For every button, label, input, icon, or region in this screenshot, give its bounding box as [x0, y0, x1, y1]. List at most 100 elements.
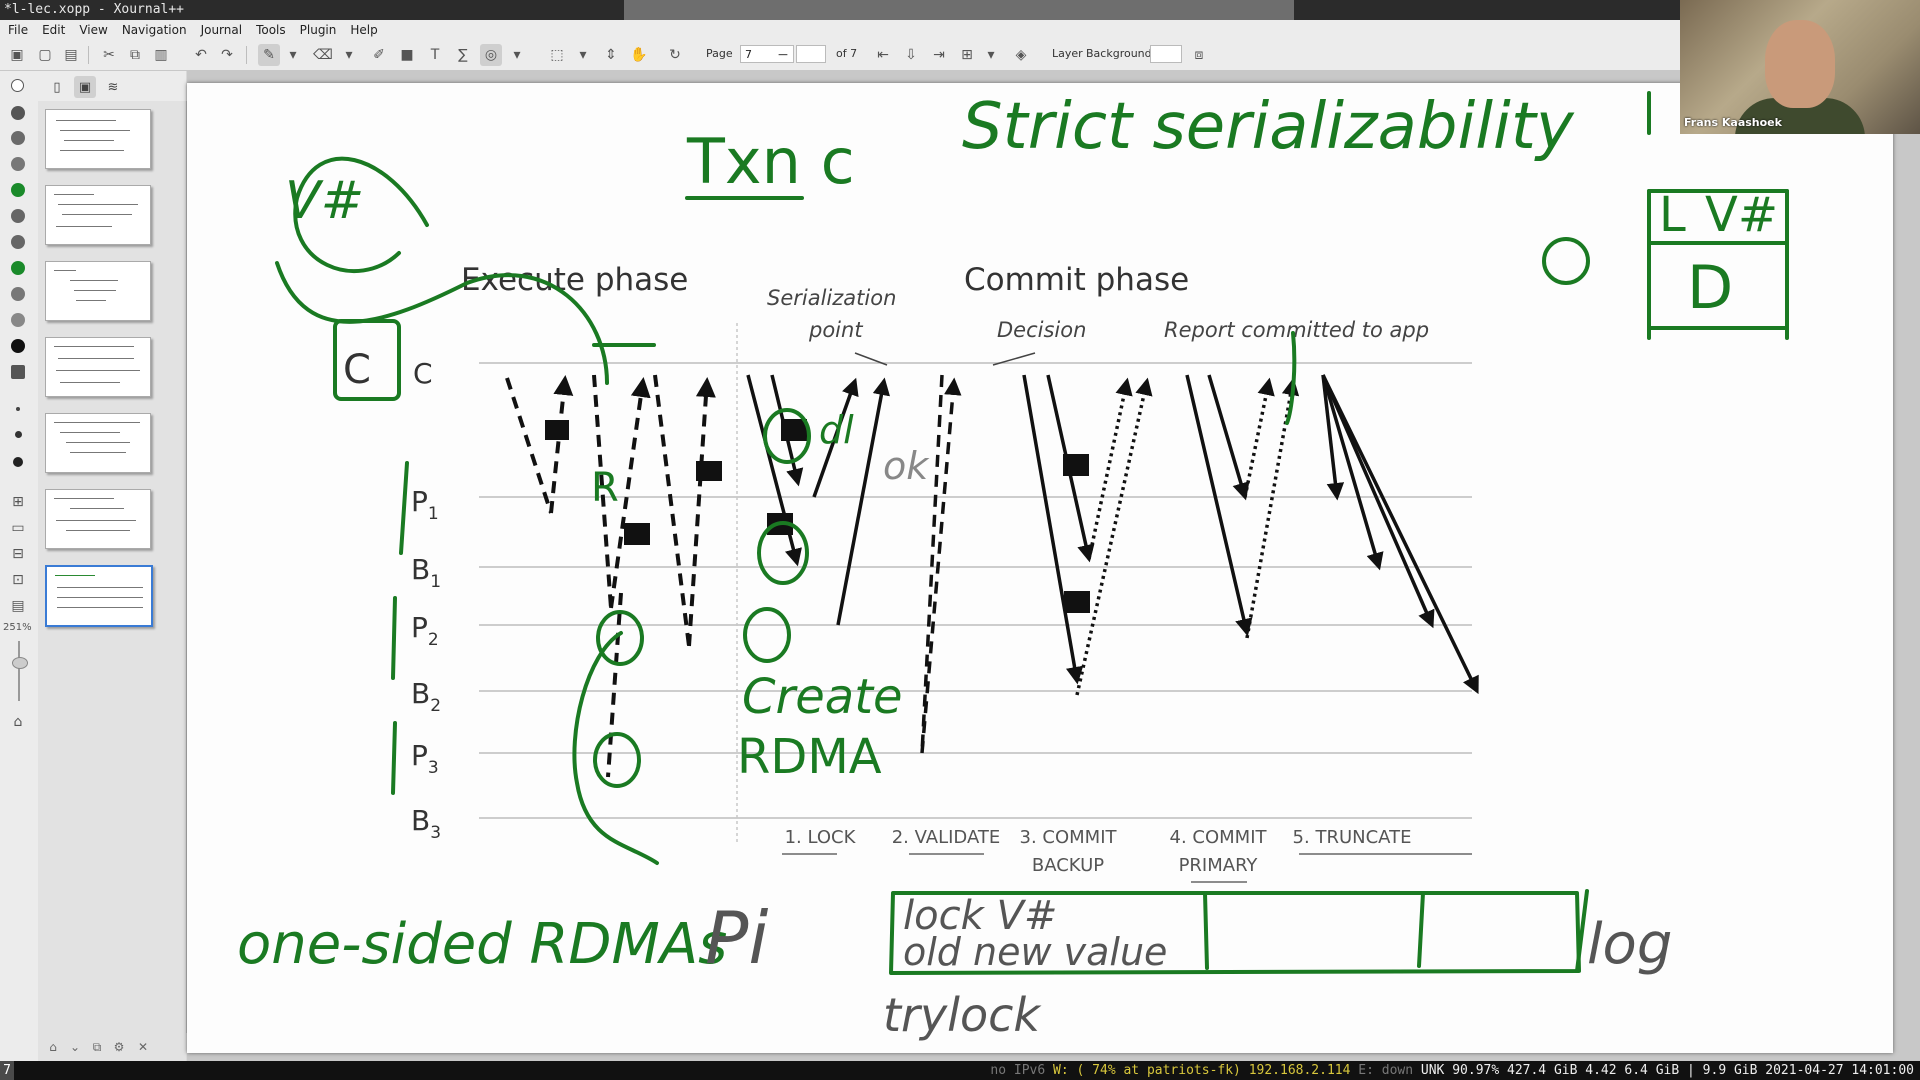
save-icon[interactable]: ▣ [6, 44, 28, 66]
paste-icon[interactable]: ▥ [150, 44, 172, 66]
layer-icon[interactable]: ◈ [1010, 44, 1032, 66]
page-label: Page [706, 47, 733, 60]
cut-icon[interactable]: ✂ [98, 44, 120, 66]
menu-journal[interactable]: Journal [193, 20, 249, 40]
color-gray-swatch[interactable] [11, 313, 25, 327]
undo-icon[interactable]: ↶ [190, 44, 212, 66]
chevron-down-icon[interactable]: ▾ [506, 44, 528, 66]
window-title: *l-lec.xopp - Xournal++ [4, 2, 185, 17]
color-gray-swatch[interactable] [11, 131, 25, 145]
presentation-icon[interactable]: ▭ [7, 517, 29, 539]
color-green-swatch[interactable] [11, 261, 25, 275]
first-page-icon[interactable]: ⇤ [872, 44, 894, 66]
hand-icon[interactable]: ✋ [628, 44, 650, 66]
menu-plugin[interactable]: Plugin [292, 20, 343, 40]
highlighter-icon[interactable]: ✐ [368, 44, 390, 66]
color-gray-swatch[interactable] [11, 209, 25, 223]
page-down-icon[interactable]: ⌄ [66, 1038, 84, 1056]
grid-icon[interactable]: ⊞ [7, 491, 29, 513]
menu-tools[interactable]: Tools [248, 20, 292, 40]
insert-page-icon[interactable]: ⊞ [956, 44, 978, 66]
step-truncate: 5. TRUNCATE [1293, 827, 1412, 848]
row-label-p1: P1 [411, 485, 439, 524]
commit-phase-label: Commit phase [964, 262, 1189, 298]
canvas-area[interactable]: Execute phase Commit phase Serialization… [187, 71, 1920, 1061]
page-increment[interactable] [796, 45, 826, 63]
zoom-fit-icon[interactable]: ⌂ [7, 711, 29, 733]
refresh-icon[interactable]: ↻ [664, 44, 686, 66]
zoom-slider-handle[interactable] [12, 657, 28, 669]
layer-dropdown[interactable] [1150, 45, 1182, 63]
color-green-swatch[interactable] [11, 183, 25, 197]
menu-edit[interactable]: Edit [34, 20, 71, 40]
color-gray-swatch[interactable] [11, 106, 25, 120]
color-gray-swatch[interactable] [11, 157, 25, 171]
page-thumbnail-3[interactable] [45, 261, 151, 321]
settings-icon[interactable]: ⚙ [110, 1038, 128, 1056]
page-preview-sidebar [38, 101, 187, 1033]
layout-icon[interactable]: ⊡ [7, 569, 29, 591]
page-up-icon[interactable]: ⌂ [44, 1038, 62, 1056]
copy-icon[interactable]: ⧉ [124, 44, 146, 66]
new-document-icon[interactable]: ▢ [34, 44, 56, 66]
ink-one-sided-rdmas: one-sided RDMAs [237, 912, 727, 977]
ink-strict-serializability: Strict serializability [962, 90, 1575, 164]
row-label-b1: B1 [411, 553, 441, 592]
page-thumbnail-5[interactable] [45, 413, 151, 473]
open-icon[interactable]: ▤ [60, 44, 82, 66]
close-icon[interactable]: ✕ [134, 1038, 152, 1056]
redo-icon[interactable]: ↷ [216, 44, 238, 66]
page-thumbnail-6[interactable] [45, 489, 151, 549]
page-decrement-icon[interactable]: − [776, 44, 790, 66]
fullscreen-icon[interactable]: ⧈ [1188, 44, 1210, 66]
color-black-swatch[interactable] [11, 339, 25, 353]
pdf-icon[interactable]: ▤ [7, 595, 29, 617]
page-thumbnail-4[interactable] [45, 337, 151, 397]
ink-vhash: V# [285, 171, 364, 231]
ink-r: R [591, 465, 619, 511]
chevron-down-icon[interactable]: ▾ [282, 44, 304, 66]
vertical-space-icon[interactable]: ⇕ [600, 44, 622, 66]
layer-select[interactable]: Background [1086, 47, 1152, 60]
menu-help[interactable]: Help [342, 20, 383, 40]
menu-file[interactable]: File [0, 20, 34, 40]
last-page-icon[interactable]: ⇥ [928, 44, 950, 66]
tab-outline-icon[interactable]: ▯ [46, 76, 68, 98]
text-icon[interactable]: T [424, 44, 446, 66]
page-thumbnail-1[interactable] [45, 109, 151, 169]
menu-navigation[interactable]: Navigation [114, 20, 193, 40]
menu-view[interactable]: View [71, 20, 113, 40]
select-rect-icon[interactable]: ⬚ [546, 44, 568, 66]
copy-page-icon[interactable]: ⧉ [88, 1038, 106, 1056]
chevron-down-icon[interactable]: ▾ [572, 44, 594, 66]
zoom-slider-track[interactable] [18, 641, 20, 701]
zoom-level: 251% [3, 622, 32, 633]
down-page-icon[interactable]: ⇩ [900, 44, 922, 66]
size-fine-icon[interactable] [16, 407, 20, 411]
row-label-c: C [413, 357, 433, 390]
toolbar-separator [88, 46, 89, 64]
color-gray-swatch[interactable] [11, 235, 25, 249]
fill-swatch[interactable] [11, 365, 25, 379]
chevron-down-icon[interactable]: ▾ [980, 44, 1002, 66]
tab-layers-icon[interactable]: ≋ [102, 76, 124, 98]
document-page[interactable]: Execute phase Commit phase Serialization… [187, 83, 1893, 1053]
size-thick-icon[interactable] [13, 457, 23, 467]
ink-ok: ok [883, 444, 930, 488]
page-thumbnail-2[interactable] [45, 185, 151, 245]
chevron-down-icon[interactable]: ▾ [338, 44, 360, 66]
eraser-icon[interactable]: ⌫ [312, 44, 334, 66]
ruler-icon[interactable]: ⊟ [7, 543, 29, 565]
tab-pages-icon[interactable]: ▣ [74, 76, 96, 98]
pen-icon[interactable]: ✎ [258, 44, 280, 66]
size-medium-icon[interactable] [15, 431, 22, 438]
color-white-swatch[interactable] [11, 79, 24, 92]
color-gray-swatch[interactable] [11, 287, 25, 301]
image-icon[interactable]: ■ [396, 44, 418, 66]
math-tex-icon[interactable]: ∑ [452, 44, 474, 66]
status-system: UNK 90.97% 427.4 GiB 4.42 6.4 GiB | 9.9 … [1420, 1063, 1914, 1078]
step-lock: 1. LOCK [785, 827, 857, 848]
page-thumbnail-7[interactable] [45, 565, 153, 627]
workspace-indicator[interactable]: 7 [0, 1061, 14, 1080]
shape-recognizer-icon[interactable]: ◎ [480, 44, 502, 66]
